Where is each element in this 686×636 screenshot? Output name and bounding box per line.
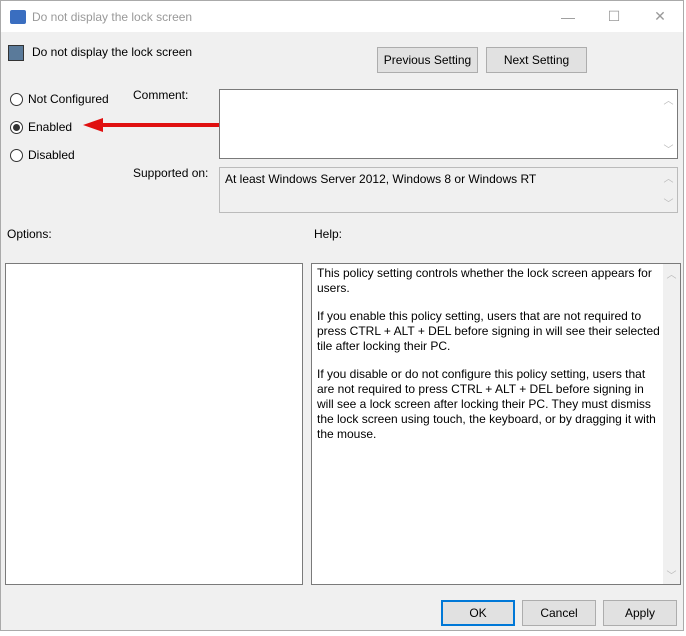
next-setting-button[interactable]: Next Setting bbox=[486, 47, 587, 73]
policy-dialog: Do not display the lock screen — ☐ ✕ Do … bbox=[0, 0, 684, 631]
previous-setting-button[interactable]: Previous Setting bbox=[377, 47, 478, 73]
minimize-button[interactable]: — bbox=[545, 1, 591, 32]
radio-disabled[interactable]: Disabled bbox=[10, 148, 75, 162]
help-label: Help: bbox=[314, 227, 343, 241]
options-label: Options: bbox=[7, 227, 52, 241]
supported-value: At least Windows Server 2012, Windows 8 … bbox=[225, 172, 537, 186]
radio-label: Not Configured bbox=[28, 92, 109, 106]
comment-label: Comment: bbox=[133, 88, 189, 102]
help-paragraph: If you enable this policy setting, users… bbox=[317, 309, 660, 353]
help-panel: This policy setting controls whether the… bbox=[311, 263, 681, 585]
window-title: Do not display the lock screen bbox=[32, 9, 193, 24]
radio-label: Enabled bbox=[28, 120, 73, 134]
supported-on-field: At least Windows Server 2012, Windows 8 … bbox=[219, 167, 678, 213]
app-icon bbox=[10, 9, 26, 24]
cancel-button[interactable]: Cancel bbox=[522, 600, 596, 626]
help-paragraph: This policy setting controls whether the… bbox=[317, 266, 652, 295]
options-panel bbox=[5, 263, 303, 585]
title-bar: Do not display the lock screen — ☐ ✕ bbox=[1, 1, 683, 32]
radio-not-configured[interactable]: Not Configured bbox=[10, 92, 109, 106]
policy-icon bbox=[8, 45, 24, 61]
maximize-button[interactable]: ☐ bbox=[591, 1, 637, 32]
supported-label: Supported on: bbox=[133, 166, 209, 180]
comment-input[interactable]: ︿ ﹀ bbox=[219, 89, 678, 159]
comment-scrollbar[interactable]: ︿ ﹀ bbox=[660, 90, 677, 158]
radio-label: Disabled bbox=[28, 148, 75, 162]
help-paragraph: If you disable or do not configure this … bbox=[317, 367, 656, 441]
ok-button[interactable]: OK bbox=[441, 600, 515, 626]
policy-name: Do not display the lock screen bbox=[32, 45, 193, 59]
apply-button[interactable]: Apply bbox=[603, 600, 677, 626]
help-scrollbar[interactable]: ︿ ﹀ bbox=[663, 264, 680, 584]
supported-scrollbar[interactable]: ︿ ﹀ bbox=[660, 168, 677, 212]
annotation-arrow bbox=[83, 118, 235, 132]
radio-enabled[interactable]: Enabled bbox=[10, 120, 72, 134]
close-button[interactable]: ✕ bbox=[637, 1, 683, 32]
